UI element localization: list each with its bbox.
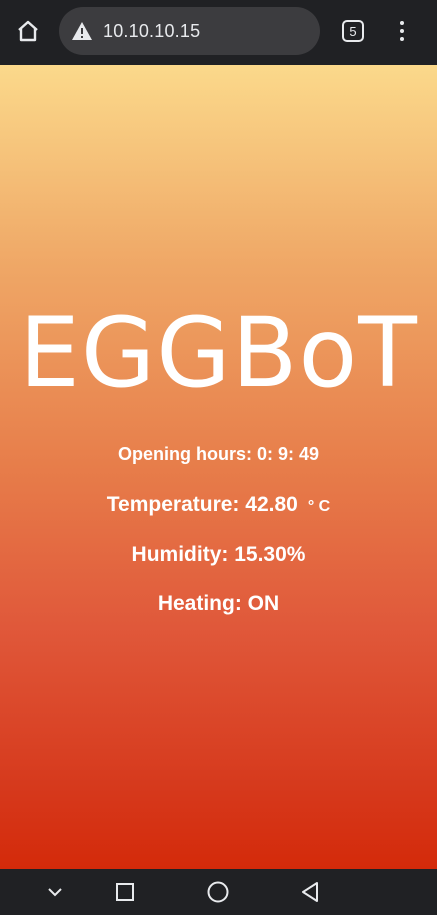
humidity-text: Humidity: 15.30% [131,543,306,566]
page-content: EGGBoT Opening hours: 0: 9: 49 Temperatu… [0,65,437,869]
temperature-unit: ° C [307,498,331,515]
square-icon[interactable] [113,880,137,904]
back-triangle-icon[interactable] [298,880,322,904]
page-title: EGGBoT [19,297,418,409]
menu-dot [400,21,404,25]
url-text[interactable]: 10.10.10.15 [103,21,200,42]
temperature-text: Temperature: 42.80 [106,493,298,516]
system-navigation-bar [0,869,437,915]
tab-switcher-button[interactable]: 5 [342,20,364,42]
warning-triangle-icon[interactable] [71,21,93,41]
browser-toolbar: 10.10.10.15 5 [0,0,437,65]
more-vertical-icon[interactable] [392,17,412,45]
heating-status-text: Heating: ON [157,592,280,615]
opening-hours-text: Opening hours: 0: 9: 49 [117,444,320,464]
temperature-row: Temperature: 42.80 ° C [0,493,437,517]
menu-dot [400,29,404,33]
circle-icon[interactable] [206,880,230,904]
menu-dot [400,37,404,41]
chevron-down-icon[interactable] [43,880,67,904]
home-icon [18,20,38,42]
address-bar[interactable]: 10.10.10.15 [59,7,320,55]
home-button[interactable] [14,17,42,45]
